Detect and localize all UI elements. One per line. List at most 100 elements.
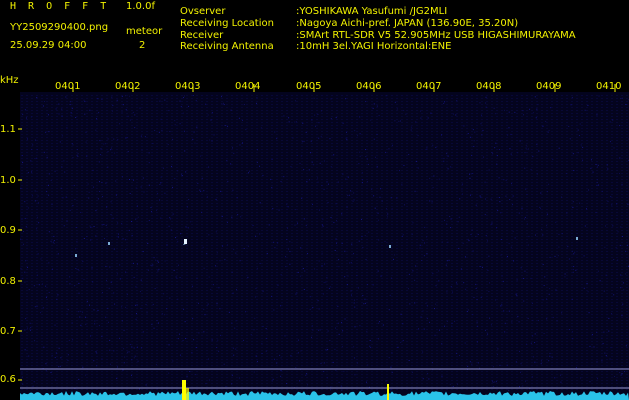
noise-dot: [193, 131, 195, 133]
noise-dot: [164, 314, 166, 316]
noise-dot: [161, 129, 163, 131]
noise-dot: [414, 190, 416, 192]
noise-dot: [215, 198, 217, 200]
noise-dot: [98, 112, 100, 114]
noise-dot: [118, 233, 120, 235]
noise-dot: [365, 156, 367, 158]
noise-dot: [185, 171, 187, 173]
noise-dot: [570, 104, 572, 106]
noise-dot: [69, 276, 71, 278]
noise-dot: [75, 267, 77, 269]
noise-dot: [408, 360, 410, 362]
noise-dot: [280, 305, 282, 307]
noise-dot: [579, 202, 581, 204]
noise-dot: [299, 162, 301, 164]
noise-dot: [358, 163, 360, 165]
noise-dot: [380, 188, 382, 190]
noise-dot: [104, 143, 106, 145]
noise-dot: [79, 310, 81, 312]
noise-dot: [66, 220, 68, 222]
noise-dot: [391, 352, 393, 354]
noise-dot: [147, 269, 149, 271]
noise-dot: [152, 264, 154, 266]
noise-dot: [45, 370, 47, 372]
noise-dot: [472, 250, 474, 252]
noise-dot: [22, 114, 24, 116]
noise-dot: [77, 156, 79, 158]
noise-dot: [408, 154, 410, 156]
time-label-0405: 0405: [296, 81, 322, 92]
noise-dot: [236, 197, 238, 199]
noise-dot: [321, 224, 323, 226]
noise-dot: [539, 206, 541, 208]
noise-dot: [484, 214, 486, 216]
noise-dot: [590, 167, 592, 169]
noise-dot: [95, 351, 97, 353]
noise-dot: [95, 129, 97, 131]
noise-dot: [350, 290, 352, 292]
noise-dot: [277, 284, 279, 286]
noise-dot: [396, 197, 398, 199]
noise-dot: [159, 100, 161, 102]
noise-dot: [535, 117, 537, 119]
noise-dot: [152, 303, 154, 305]
noise-dot: [272, 378, 274, 380]
noise-dot: [78, 270, 80, 272]
noise-dot: [108, 287, 110, 289]
noise-dot: [578, 134, 580, 136]
noise-dot: [273, 241, 275, 243]
noise-dot: [552, 316, 554, 318]
noise-dot: [490, 224, 492, 226]
noise-dot: [150, 206, 152, 208]
noise-dot: [221, 215, 223, 217]
noise-dot: [490, 198, 492, 200]
noise-dot: [57, 253, 59, 255]
noise-dot: [548, 293, 550, 295]
noise-dot: [377, 212, 379, 214]
noise-dot: [97, 198, 99, 200]
noise-dot: [526, 194, 528, 196]
noise-dot: [162, 167, 164, 169]
noise-dot: [84, 113, 86, 115]
noise-dot: [522, 110, 524, 112]
noise-dot: [571, 331, 573, 333]
noise-dot: [425, 236, 427, 238]
noise-dot: [603, 331, 605, 333]
noise-dot: [232, 147, 234, 149]
noise-dot: [625, 250, 627, 252]
noise-dot: [602, 343, 604, 345]
noise-dot: [568, 125, 570, 127]
noise-dot: [541, 229, 543, 231]
noise-dot: [125, 109, 127, 111]
noise-dot: [446, 260, 448, 262]
noise-dot: [54, 357, 56, 359]
noise-dot: [125, 271, 127, 273]
noise-dot: [60, 187, 62, 189]
noise-dot: [511, 183, 513, 185]
noise-dot: [201, 251, 203, 253]
noise-dot: [78, 311, 80, 313]
noise-dot: [288, 117, 290, 119]
noise-dot: [284, 335, 286, 337]
noise-dot: [304, 270, 306, 272]
noise-dot: [605, 355, 607, 357]
noise-dot: [66, 127, 68, 129]
noise-dot: [289, 263, 291, 265]
noise-dot: [371, 188, 373, 190]
noise-dot: [438, 280, 440, 282]
noise-dot: [485, 235, 487, 237]
time-label-0408: 0408: [476, 81, 502, 92]
noise-dot: [313, 97, 315, 99]
noise-dot: [243, 104, 245, 106]
noise-dot: [141, 149, 143, 151]
noise-dot: [514, 111, 516, 113]
noise-dot: [323, 281, 325, 283]
noise-dot: [160, 118, 162, 120]
noise-dot: [155, 210, 157, 212]
noise-dot: [301, 141, 303, 143]
meteor-label: meteor: [126, 26, 163, 37]
noise-dot: [233, 354, 235, 356]
noise-dot: [556, 320, 558, 322]
noise-dot: [189, 221, 191, 223]
noise-dot: [233, 152, 235, 154]
